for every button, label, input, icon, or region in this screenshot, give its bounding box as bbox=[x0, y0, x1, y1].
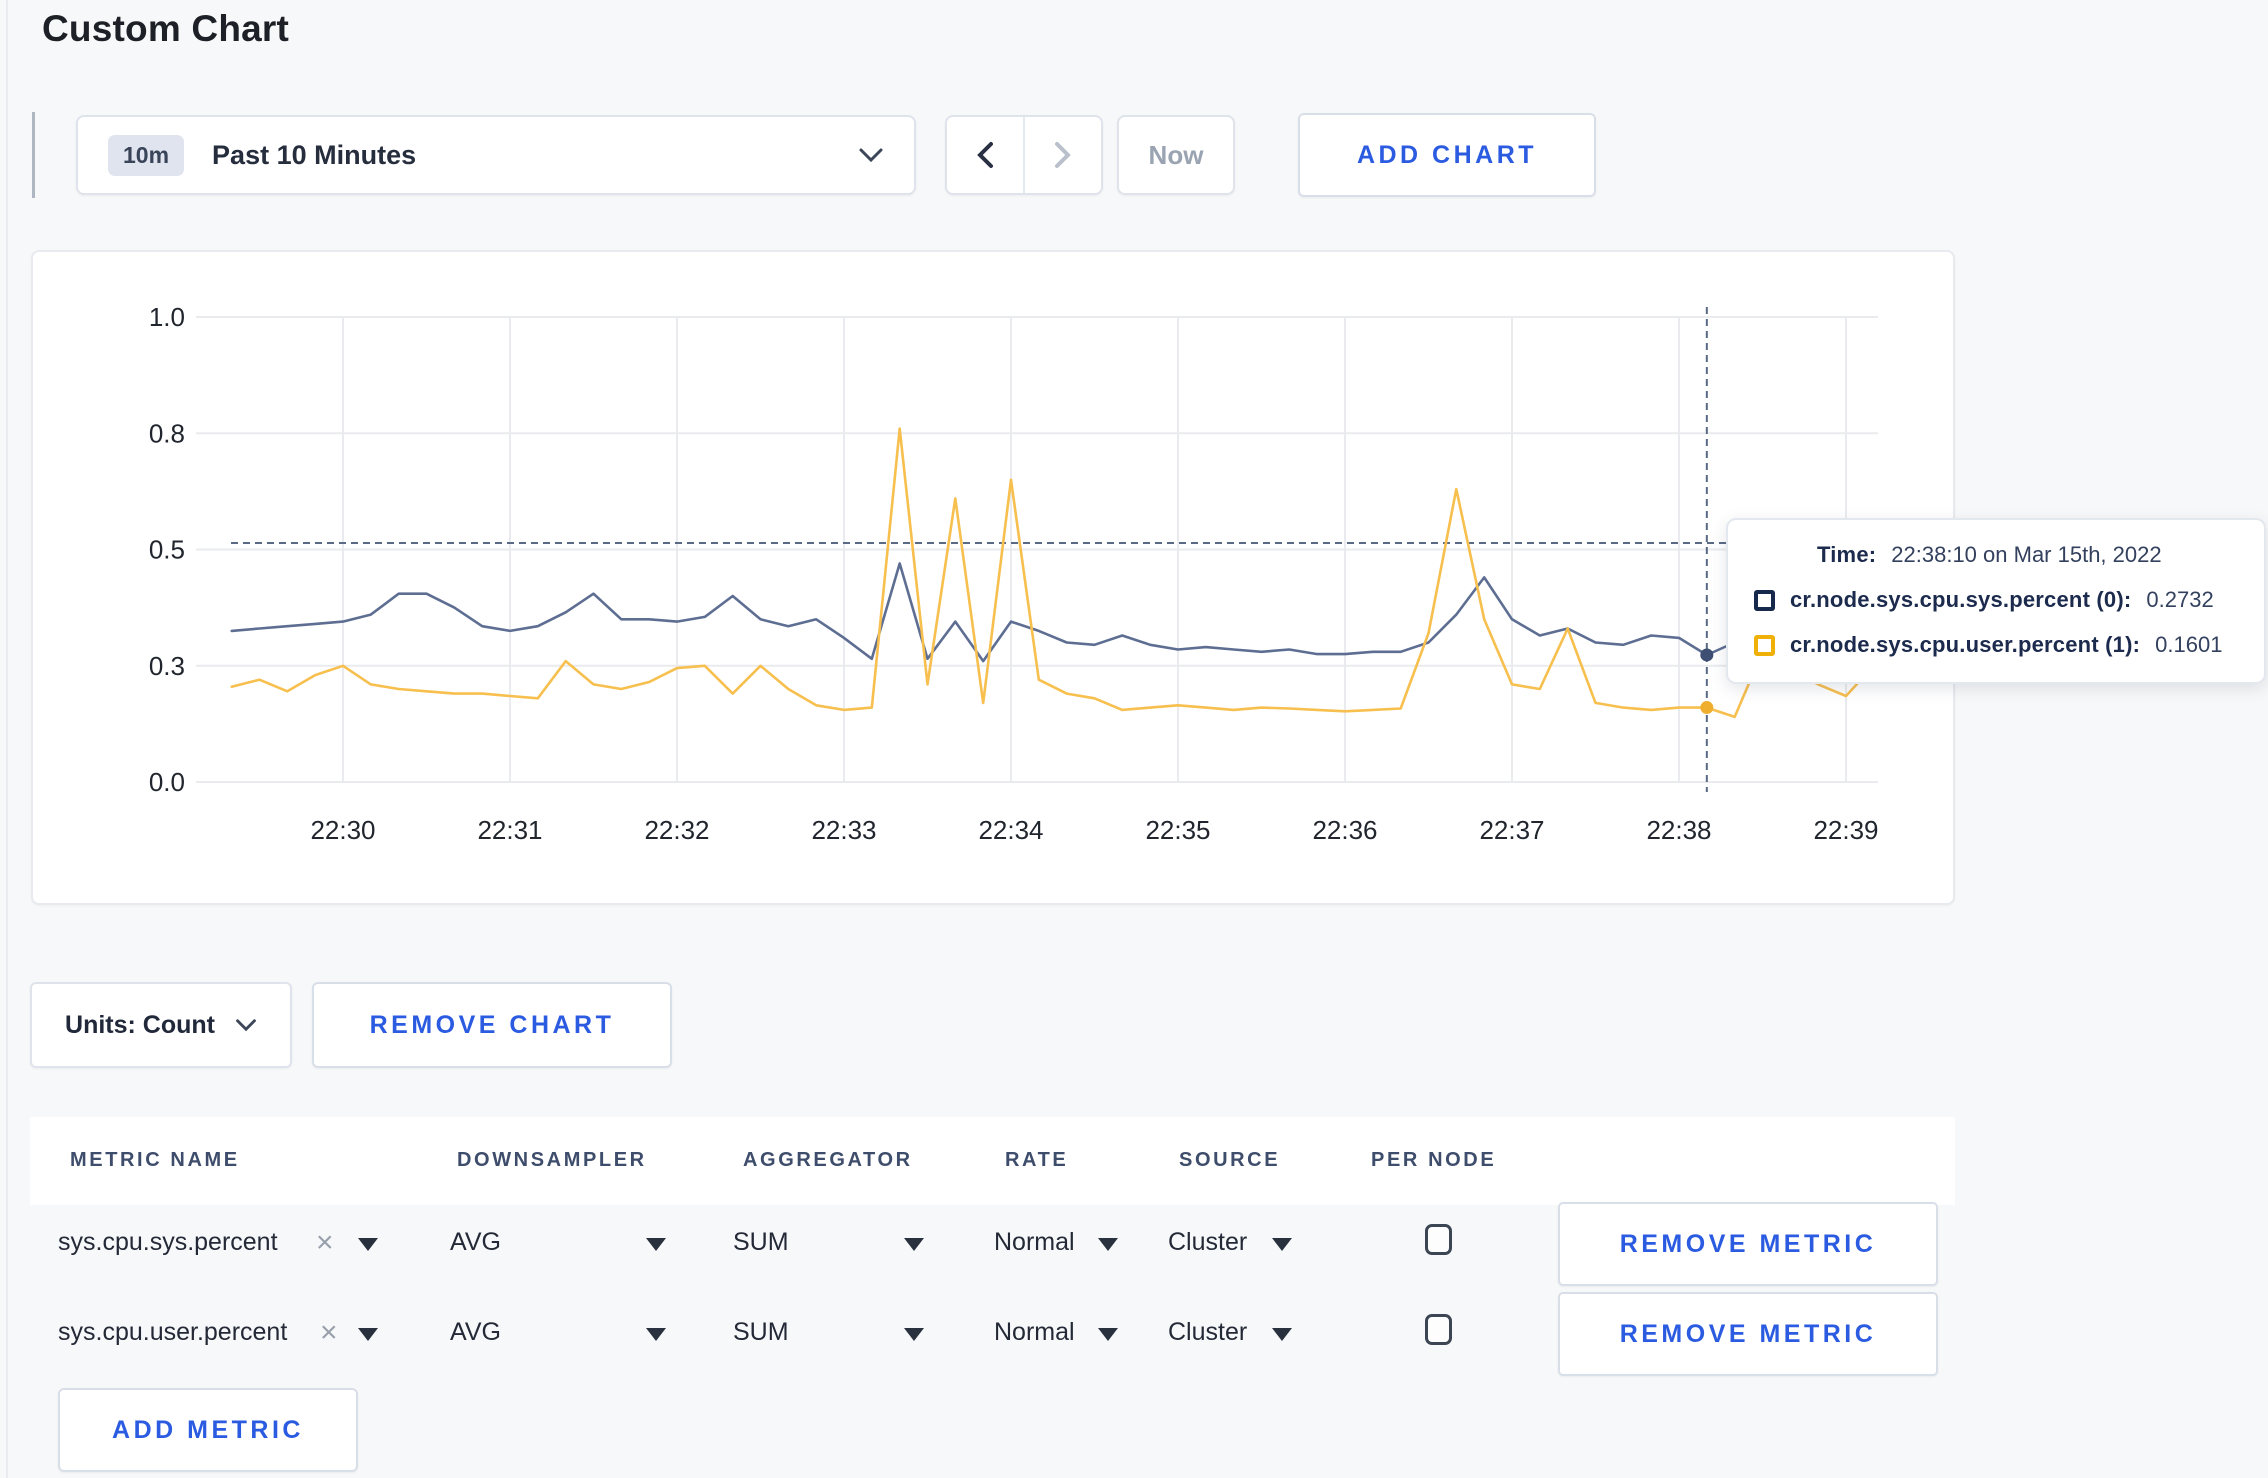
rate-select[interactable]: Normal bbox=[994, 1318, 1075, 1347]
now-button[interactable]: Now bbox=[1117, 115, 1235, 195]
svg-text:22:37: 22:37 bbox=[1479, 815, 1544, 845]
time-range-dropdown[interactable]: 10m Past 10 Minutes bbox=[76, 115, 916, 195]
svg-text:22:38: 22:38 bbox=[1646, 815, 1711, 845]
svg-text:22:33: 22:33 bbox=[811, 815, 876, 845]
tooltip-series-user-value: 0.1601 bbox=[2155, 632, 2223, 657]
source-select[interactable]: Cluster bbox=[1168, 1318, 1247, 1347]
svg-text:1.0: 1.0 bbox=[149, 302, 185, 332]
svg-text:22:30: 22:30 bbox=[310, 815, 375, 845]
col-header-aggregator: AGGREGATOR bbox=[743, 1149, 913, 1171]
units-label: Units: Count bbox=[65, 1010, 215, 1039]
source-caret-icon[interactable] bbox=[1272, 1328, 1292, 1341]
aggregator-caret-icon[interactable] bbox=[904, 1238, 924, 1251]
chevron-down-icon bbox=[236, 1019, 256, 1032]
chart-card: 0.0 0.3 0.5 0.8 1.0 22:30 22:31 22:32 22:33 22:34… bbox=[31, 250, 1955, 905]
svg-text:22:32: 22:32 bbox=[644, 815, 709, 845]
svg-text:22:35: 22:35 bbox=[1145, 815, 1210, 845]
tooltip-series-sys-label: cr.node.sys.cpu.sys.percent (0): bbox=[1790, 587, 2132, 612]
tooltip-time-label: Time: bbox=[1817, 542, 1877, 567]
series-user-swatch-icon bbox=[1754, 634, 1775, 656]
page-left-border bbox=[6, 0, 8, 1478]
tooltip-series-sys-value: 0.2732 bbox=[2146, 587, 2214, 612]
chevron-left-icon bbox=[977, 142, 993, 168]
metric-name-value[interactable]: sys.cpu.user.percent bbox=[58, 1318, 287, 1347]
time-range-label: Past 10 Minutes bbox=[212, 139, 417, 170]
downsampler-select[interactable]: AVG bbox=[450, 1228, 501, 1257]
col-header-metric-name: METRIC NAME bbox=[70, 1149, 240, 1171]
remove-chart-button[interactable]: REMOVE CHART bbox=[312, 982, 672, 1068]
col-header-rate: RATE bbox=[1005, 1149, 1069, 1171]
col-header-source: SOURCE bbox=[1179, 1149, 1281, 1171]
aggregator-select[interactable]: SUM bbox=[733, 1228, 789, 1257]
downsampler-caret-icon[interactable] bbox=[646, 1328, 666, 1341]
downsampler-select[interactable]: AVG bbox=[450, 1318, 501, 1347]
remove-metric-button[interactable]: REMOVE METRIC bbox=[1558, 1292, 1938, 1376]
rate-caret-icon[interactable] bbox=[1098, 1238, 1118, 1251]
chart-svg[interactable]: 0.0 0.3 0.5 0.8 1.0 22:30 22:31 22:32 22:33 22:34… bbox=[33, 252, 1953, 903]
per-node-checkbox[interactable] bbox=[1425, 1224, 1452, 1255]
add-chart-button[interactable]: ADD CHART bbox=[1298, 113, 1596, 197]
time-pager bbox=[945, 115, 1103, 195]
svg-text:0.0: 0.0 bbox=[149, 767, 185, 797]
rate-caret-icon[interactable] bbox=[1098, 1328, 1118, 1341]
time-range-badge: 10m bbox=[108, 134, 185, 176]
toolbar-divider bbox=[32, 112, 35, 198]
prev-time-button[interactable] bbox=[947, 117, 1023, 193]
next-time-button[interactable] bbox=[1023, 117, 1101, 193]
svg-text:0.5: 0.5 bbox=[149, 535, 185, 565]
svg-text:0.3: 0.3 bbox=[149, 651, 185, 681]
aggregator-caret-icon[interactable] bbox=[904, 1328, 924, 1341]
tooltip-series-user-label: cr.node.sys.cpu.user.percent (1): bbox=[1790, 632, 2141, 657]
metric-name-caret-icon[interactable] bbox=[358, 1328, 378, 1341]
units-dropdown[interactable]: Units: Count bbox=[30, 982, 292, 1068]
downsampler-caret-icon[interactable] bbox=[646, 1238, 666, 1251]
svg-text:22:39: 22:39 bbox=[1813, 815, 1878, 845]
series-sys-swatch-icon bbox=[1754, 589, 1775, 611]
source-select[interactable]: Cluster bbox=[1168, 1228, 1247, 1257]
clear-metric-icon[interactable]: × bbox=[316, 1228, 334, 1258]
metric-name-value[interactable]: sys.cpu.sys.percent bbox=[58, 1228, 278, 1257]
tooltip-time-value: 22:38:10 on Mar 15th, 2022 bbox=[1891, 542, 2162, 567]
source-caret-icon[interactable] bbox=[1272, 1238, 1292, 1251]
svg-text:22:36: 22:36 bbox=[1312, 815, 1377, 845]
col-header-per-node: PER NODE bbox=[1371, 1149, 1497, 1171]
clear-metric-icon[interactable]: × bbox=[320, 1318, 338, 1348]
metrics-table-header: METRIC NAME DOWNSAMPLER AGGREGATOR RATE … bbox=[30, 1117, 1955, 1205]
svg-text:22:31: 22:31 bbox=[477, 815, 542, 845]
svg-text:0.8: 0.8 bbox=[149, 418, 185, 448]
aggregator-select[interactable]: SUM bbox=[733, 1318, 789, 1347]
rate-select[interactable]: Normal bbox=[994, 1228, 1075, 1257]
page-title: Custom Chart bbox=[42, 8, 290, 49]
add-metric-button[interactable]: ADD METRIC bbox=[58, 1388, 358, 1472]
chart-tooltip: Time: 22:38:10 on Mar 15th, 2022 cr.node… bbox=[1726, 518, 2266, 684]
remove-metric-button[interactable]: REMOVE METRIC bbox=[1558, 1202, 1938, 1286]
chevron-right-icon bbox=[1055, 142, 1071, 168]
per-node-checkbox[interactable] bbox=[1425, 1314, 1452, 1345]
chevron-down-icon bbox=[859, 148, 883, 163]
metric-name-caret-icon[interactable] bbox=[358, 1238, 378, 1251]
custom-chart-page: Custom Chart 10m Past 10 Minutes Now ADD… bbox=[0, 0, 2268, 1478]
svg-text:22:34: 22:34 bbox=[978, 815, 1043, 845]
col-header-downsampler: DOWNSAMPLER bbox=[457, 1149, 647, 1171]
